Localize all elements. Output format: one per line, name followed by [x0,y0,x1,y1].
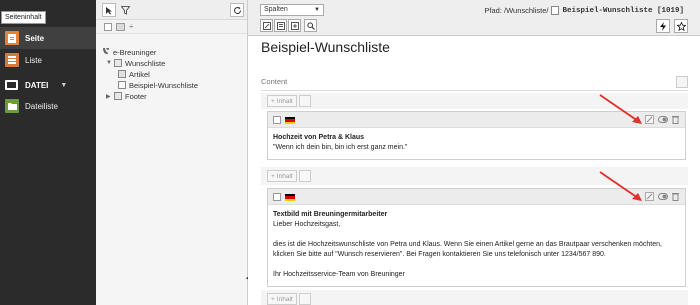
content-actions [645,192,679,203]
edit-column-icon[interactable] [676,76,688,88]
new-content-band [261,290,688,305]
tree-doktypes-bar: ÷ [96,20,247,34]
module-group-file[interactable]: DATEI ▼ [0,77,96,93]
annotation-arrow [599,171,642,201]
tree-node-wishlist[interactable]: ▼ Wunschliste [106,58,165,68]
column-label: Content [261,77,288,86]
chevron-down-icon: ▼ [314,7,320,13]
page-title: Beispiel-Wunschliste [261,39,390,55]
expand-icon[interactable]: ▶ [106,93,112,100]
page-doktype-icon[interactable] [104,23,112,31]
paste-icon[interactable] [298,293,311,305]
module-label: Liste [25,55,42,65]
paste-icon[interactable] [298,170,311,182]
german-flag-icon [285,117,295,124]
content-element-title: Hochzeit von Petra & Klaus [273,134,365,141]
separator-doktype-icon[interactable]: ÷ [129,23,138,31]
flash-clear-cache-icon[interactable] [656,19,670,33]
new-content-label: Inhalt [276,172,293,180]
text-line [273,260,680,270]
text-line: Lieber Hochzeitsgast, [273,221,341,228]
module-label: Dateiliste [25,101,58,111]
page-icon [118,81,126,89]
content-element-body: Hochzeit von Petra & Klaus "Wenn ich dei… [268,128,685,159]
module-label: Seite [25,33,45,43]
plus-icon: + [271,97,275,105]
content-area: Beispiel-Wunschliste Content + Inhalt Ho… [248,37,700,305]
text-line: klicken Sie bitte auf "Wunsch reserviere… [273,251,606,258]
page-identifier: Beispiel-Wunschliste [1019] [562,6,684,15]
folder-icon [118,70,126,78]
view-select[interactable]: Spalten ▼ [260,4,324,16]
text-line: Ihr Hochzeitsservice-Team von Breuninger [273,271,405,278]
module-item-list[interactable]: Liste [0,49,96,71]
chevron-down-icon: ▼ [60,81,68,89]
tree-node-example-wishlist[interactable]: Beispiel-Wunschliste [118,80,198,90]
new-content-button[interactable]: + Inhalt [267,170,311,182]
plus-icon: + [271,172,275,180]
paste-icon[interactable] [298,95,311,107]
refresh-icon[interactable] [230,3,244,17]
breadcrumb-path: Pfad: /Wunschliste/ [484,6,549,15]
folder-doktype-icon[interactable] [116,23,125,31]
toggle-visibility-icon[interactable] [658,116,668,125]
text-line [273,230,680,240]
folder-page-icon [114,92,122,100]
tree-toolbar [96,0,247,20]
content-type-icon [273,116,281,124]
page-properties-icon[interactable] [274,19,287,32]
plus-icon: + [271,295,275,303]
text-line: dies ist die Hochzeitswunschliste von Pe… [273,241,662,248]
tree-node-label: e-Breuninger [113,47,157,57]
new-content-label: Inhalt [276,97,293,105]
tree-node-root[interactable]: e-Breuninger [102,47,156,57]
filelist-module-icon [5,99,19,113]
search-icon[interactable] [304,19,317,32]
collapse-icon[interactable]: ▼ [106,60,112,66]
tooltip: Seiteninhalt [1,11,46,24]
content-type-icon [273,193,281,201]
module-menu: Seiteninhalt Seite Liste DATEI ▼ Dateili… [0,0,96,305]
edit-page-icon[interactable] [260,19,273,32]
delete-icon[interactable] [672,192,679,203]
page-tree-panel: ÷ e-Breuninger ▼ Wunschliste Artikel Bei… [96,0,251,305]
add-content-button[interactable]: + Inhalt [267,170,297,182]
tree-node-label: Footer [125,91,147,101]
content-element-body: Textbild mit Breuningermitarbeiter Liebe… [268,205,685,286]
bookmark-star-icon[interactable] [674,19,688,33]
typo3-logo-icon [102,47,110,57]
folder-page-icon [114,59,122,67]
toggle-visibility-icon[interactable] [658,193,668,202]
filter-icon[interactable] [118,3,132,17]
new-content-button[interactable]: + Inhalt [267,95,311,107]
tree-node-label: Beispiel-Wunschliste [129,80,199,90]
breadcrumb: Pfad: /Wunschliste/ Beispiel-Wunschliste… [484,6,684,15]
tree-node-label: Artikel [129,69,150,79]
new-page-icon[interactable] [102,3,116,17]
view-select-value: Spalten [264,6,288,13]
tree-node-articles[interactable]: Artikel [118,69,150,79]
module-group-label: DATEI [25,80,49,90]
column-header: Content [261,73,688,91]
add-content-button[interactable]: + Inhalt [267,293,297,305]
module-item-filelist[interactable]: Dateiliste [0,95,96,117]
history-icon[interactable] [288,19,301,32]
annotation-arrow [599,94,642,124]
file-group-icon [5,80,18,90]
tree-node-label: Wunschliste [125,58,166,68]
content-element-title: Textbild mit Breuningermitarbeiter [273,211,388,218]
module-item-page[interactable]: Seite [0,27,96,49]
new-content-label: Inhalt [276,295,293,303]
list-module-icon [5,53,19,67]
new-content-button[interactable]: + Inhalt [267,293,311,305]
tree-node-footer[interactable]: ▶ Footer [106,91,147,101]
page-icon [551,6,560,15]
add-content-button[interactable]: + Inhalt [267,95,297,107]
text-line: "Wenn ich dein bin, bin ich erst ganz me… [273,144,408,151]
doc-header: Spalten ▼ Pfad: /Wunschliste/ Beispiel-W… [248,0,700,36]
content-actions [645,115,679,126]
delete-icon[interactable] [672,115,679,126]
german-flag-icon [285,194,295,201]
page-module-icon [5,31,19,45]
